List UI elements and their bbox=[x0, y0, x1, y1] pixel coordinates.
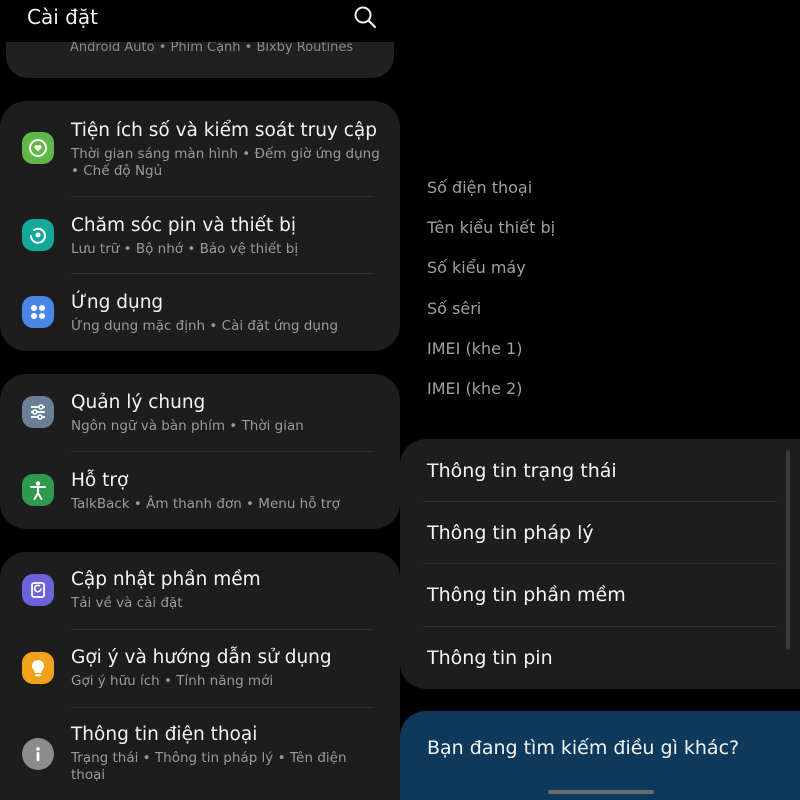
settings-item-software-update[interactable]: Cập nhật phần mềm Tải về và cài đặt bbox=[0, 552, 400, 629]
settings-item-accessibility[interactable]: Hỗ trợ TalkBack • Âm thanh đơn • Menu hỗ… bbox=[0, 452, 400, 529]
settings-item-title: Tiện ích số và kiểm soát truy cập bbox=[71, 120, 378, 141]
settings-group-3: Cập nhật phần mềm Tải về và cài đặt Gợi … bbox=[0, 552, 400, 800]
lightbulb-icon bbox=[22, 652, 54, 684]
settings-item-subtitle: Ứng dụng mặc định • Cài đặt ứng dụng bbox=[71, 318, 339, 334]
info-model-name[interactable]: Tên kiểu thiết bị bbox=[427, 218, 555, 237]
info-phone-number[interactable]: Số điện thoại bbox=[427, 178, 532, 197]
info-imei-2[interactable]: IMEI (khe 2) bbox=[427, 379, 522, 398]
settings-item-title: Cập nhật phần mềm bbox=[71, 569, 261, 590]
settings-item-subtitle: Lưu trữ • Bộ nhớ • Bảo vệ thiết bị bbox=[71, 241, 299, 257]
info-icon bbox=[22, 738, 54, 770]
settings-item-subtitle: Ngôn ngữ và bàn phím • Thời gian bbox=[71, 418, 304, 434]
settings-item-digital-wellbeing[interactable]: Tiện ích số và kiểm soát truy cập Thời g… bbox=[0, 101, 400, 196]
settings-item-title: Hỗ trợ bbox=[71, 470, 129, 491]
settings-item-title: Quản lý chung bbox=[71, 392, 206, 413]
sliders-icon bbox=[22, 396, 54, 428]
settings-item-title: Chăm sóc pin và thiết bị bbox=[71, 215, 297, 236]
digital-wellbeing-icon bbox=[22, 132, 54, 164]
settings-item-title: Gợi ý và hướng dẫn sử dụng bbox=[71, 647, 332, 668]
apps-icon bbox=[22, 296, 54, 328]
settings-item-subtitle: TalkBack • Âm thanh đơn • Menu hỗ trợ bbox=[71, 496, 340, 512]
about-phone-pane: Số điện thoại Tên kiểu thiết bị Số kiểu … bbox=[400, 0, 800, 800]
settings-pane: Cài đặt Android Auto • Phím Cạnh • Bixby… bbox=[0, 0, 400, 800]
info-serial-number[interactable]: Số sêri bbox=[427, 299, 481, 318]
settings-item-subtitle: Thời gian sáng màn hình • Đếm giờ ứng dụ… bbox=[71, 146, 380, 179]
scrollbar[interactable] bbox=[786, 450, 790, 650]
settings-item-device-care[interactable]: Chăm sóc pin và thiết bị Lưu trữ • Bộ nh… bbox=[0, 197, 400, 273]
settings-item-subtitle: Trạng thái • Thông tin pháp lý • Tên điệ… bbox=[71, 750, 347, 783]
settings-group-2: Quản lý chung Ngôn ngữ và bàn phím • Thờ… bbox=[0, 374, 400, 529]
info-model-number[interactable]: Số kiểu máy bbox=[427, 258, 526, 277]
settings-item-title: Thông tin điện thoại bbox=[71, 724, 258, 745]
menu-battery-information[interactable]: Thông tin pin bbox=[427, 647, 553, 669]
device-care-icon bbox=[22, 219, 54, 251]
page-title: Cài đặt bbox=[27, 5, 98, 29]
info-menu-card: Thông tin trạng thái Thông tin pháp lý T… bbox=[400, 439, 800, 689]
previous-group-card[interactable]: Android Auto • Phím Cạnh • Bixby Routine… bbox=[6, 42, 394, 78]
search-suggestion-text: Bạn đang tìm kiếm điều gì khác? bbox=[427, 737, 740, 759]
divider bbox=[423, 563, 777, 564]
settings-item-tips[interactable]: Gợi ý và hướng dẫn sử dụng Gợi ý hữu ích… bbox=[0, 630, 400, 707]
settings-item-subtitle: Gợi ý hữu ích • Tính năng mới bbox=[71, 673, 274, 689]
home-indicator[interactable] bbox=[548, 790, 654, 794]
divider bbox=[423, 626, 777, 627]
search-icon[interactable] bbox=[352, 4, 378, 30]
settings-item-subtitle: Tải về và cài đặt bbox=[71, 595, 183, 611]
info-imei-1[interactable]: IMEI (khe 1) bbox=[427, 339, 522, 358]
software-update-icon bbox=[22, 574, 54, 606]
app-bar: Cài đặt bbox=[0, 0, 400, 40]
accessibility-icon bbox=[22, 474, 54, 506]
menu-legal-information[interactable]: Thông tin pháp lý bbox=[427, 522, 594, 544]
settings-item-apps[interactable]: Ứng dụng Ứng dụng mặc định • Cài đặt ứng… bbox=[0, 274, 400, 351]
settings-item-general-management[interactable]: Quản lý chung Ngôn ngữ và bàn phím • Thờ… bbox=[0, 374, 400, 451]
previous-group-subtitle: Android Auto • Phím Cạnh • Bixby Routine… bbox=[70, 42, 354, 55]
settings-group-1: Tiện ích số và kiểm soát truy cập Thời g… bbox=[0, 101, 400, 351]
settings-item-title: Ứng dụng bbox=[71, 292, 164, 313]
divider bbox=[423, 501, 777, 502]
search-suggestion-card[interactable]: Bạn đang tìm kiếm điều gì khác? bbox=[400, 711, 800, 800]
settings-item-about-phone[interactable]: Thông tin điện thoại Trạng thái • Thông … bbox=[0, 708, 400, 800]
menu-status-information[interactable]: Thông tin trạng thái bbox=[427, 460, 617, 482]
menu-software-information[interactable]: Thông tin phần mềm bbox=[427, 584, 626, 606]
